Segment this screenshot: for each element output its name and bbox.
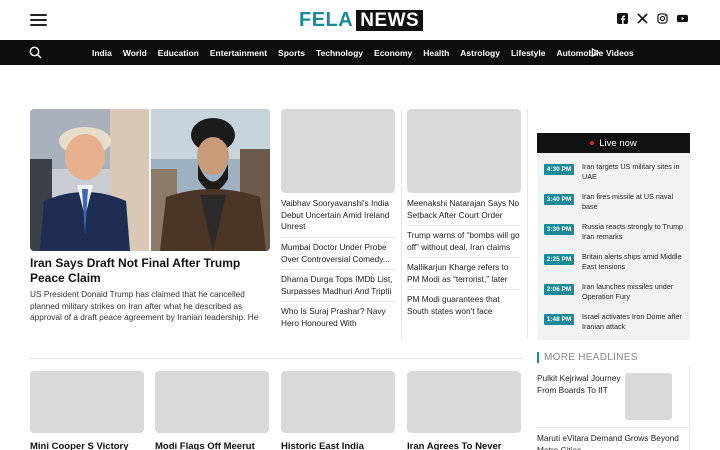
divider xyxy=(281,269,395,270)
hamburger-icon[interactable] xyxy=(30,14,47,26)
live-time-badge: 1:48 PM xyxy=(544,314,574,325)
story-thumbnail[interactable] xyxy=(155,371,269,433)
story-link[interactable]: Meenakshi Natarajan Says No Setback Afte… xyxy=(407,198,521,221)
divider xyxy=(281,301,395,302)
nav-item-sports[interactable]: Sports xyxy=(278,48,305,58)
live-dot-icon xyxy=(590,141,595,145)
logo-text-fela: FELA xyxy=(299,9,354,31)
main-nav: India World Education Entertainment Spor… xyxy=(0,40,720,65)
story-link[interactable]: Who Is Suraj Prashar? Navy Hero Honoured… xyxy=(281,306,395,329)
x-icon[interactable] xyxy=(637,13,648,24)
bottom-story-card[interactable]: Historic East India xyxy=(281,371,395,450)
nav-item-education[interactable]: Education xyxy=(158,48,199,58)
nav-item-economy[interactable]: Economy xyxy=(374,48,412,58)
lead-story-title[interactable]: Iran Says Draft Not Final After Trump Pe… xyxy=(30,256,270,285)
live-item-text: Iran launches missiles under Operation F… xyxy=(582,282,674,301)
story-thumbnail[interactable] xyxy=(407,371,521,433)
live-item-text: Iran fires missile at US naval base xyxy=(582,192,674,211)
section-divider xyxy=(30,358,522,359)
story-column-1: Vaibhav Sooryavanshi's India Debut Uncer… xyxy=(281,109,395,329)
story-link[interactable]: Mallikarjun Kharge refers to PM Modi as … xyxy=(407,262,521,285)
nav-item-technology[interactable]: Technology xyxy=(316,48,363,58)
search-icon[interactable] xyxy=(29,46,42,59)
story-title[interactable]: Mini Cooper S Victory xyxy=(30,441,144,450)
more-headline-link[interactable]: Pulkit Kejriwal Journey From Boards To I… xyxy=(537,373,622,396)
live-now-title: Live now xyxy=(599,137,637,149)
bottom-story-card[interactable]: Modi Flags Off Meerut xyxy=(155,371,269,450)
site-logo[interactable]: FELA NEWS xyxy=(299,9,424,31)
divider xyxy=(537,427,689,428)
story-title[interactable]: Iran Agrees To Never xyxy=(407,441,521,450)
bottom-story-card[interactable]: Mini Cooper S Victory xyxy=(30,371,144,450)
nav-item-lifestyle[interactable]: Lifestyle xyxy=(511,48,546,58)
social-links xyxy=(617,13,688,24)
story-title[interactable]: Modi Flags Off Meerut xyxy=(155,441,269,450)
story-thumbnail[interactable] xyxy=(407,109,521,193)
live-now-list: 4:30 PM Iran targets US military sites i… xyxy=(537,153,690,340)
live-time-badge: 3:40 PM xyxy=(544,194,574,205)
story-link[interactable]: Mumbai Doctor Under Probe Over Controver… xyxy=(281,242,395,265)
top-header: FELA NEWS xyxy=(0,0,720,40)
facebook-icon[interactable] xyxy=(617,13,628,24)
story-thumbnail[interactable] xyxy=(281,371,395,433)
lead-photo-collage xyxy=(30,109,270,251)
bottom-story-card[interactable]: Iran Agrees To Never xyxy=(407,371,521,450)
divider xyxy=(407,289,521,290)
column-divider xyxy=(401,109,402,339)
instagram-icon[interactable] xyxy=(657,13,668,24)
play-icon xyxy=(591,48,600,57)
story-link[interactable]: PM Modi guarantees that South states won… xyxy=(407,294,521,317)
story-link[interactable]: Dharna Durga Tops IMDb List, Surpasses M… xyxy=(281,274,395,297)
story-title[interactable]: Historic East India xyxy=(281,441,395,450)
story-thumbnail[interactable] xyxy=(281,109,395,193)
story-thumbnail[interactable] xyxy=(30,371,144,433)
nav-item-world[interactable]: World xyxy=(123,48,147,58)
live-now-header: Live now xyxy=(537,133,690,153)
story-link[interactable]: Trump warns of “bombs will go off” witho… xyxy=(407,230,521,253)
divider xyxy=(407,225,521,226)
live-time-badge: 3:30 PM xyxy=(544,224,574,235)
divider xyxy=(281,237,395,238)
live-time-badge: 2:25 PM xyxy=(544,254,574,265)
youtube-icon[interactable] xyxy=(677,13,688,24)
live-time-badge: 4:30 PM xyxy=(544,164,574,175)
live-item-text: Iran targets US military sites in UAE xyxy=(582,162,680,181)
videos-label: Videos xyxy=(606,47,634,58)
live-item-text: Russia reacts strongly to Trump Iran rem… xyxy=(582,222,684,241)
lead-story-image[interactable] xyxy=(30,109,270,251)
accent-bar xyxy=(537,352,539,363)
nav-item-health[interactable]: Health xyxy=(423,48,449,58)
story-link[interactable]: Vaibhav Sooryavanshi's India Debut Uncer… xyxy=(281,198,395,233)
live-item-text: Britain alerts ships amid Middle East te… xyxy=(582,252,682,271)
story-column-2: Meenakshi Natarajan Says No Setback Afte… xyxy=(407,109,521,317)
more-headline-link[interactable]: Maruti eVitara Demand Grows Beyond Metro… xyxy=(537,433,687,450)
column-divider xyxy=(527,109,528,339)
nav-item-india[interactable]: India xyxy=(92,48,112,58)
more-headline-thumbnail[interactable] xyxy=(625,373,672,420)
more-headlines-title: MORE HEADLINES xyxy=(544,352,638,363)
more-headlines-border xyxy=(689,366,690,450)
nav-items: India World Education Entertainment Spor… xyxy=(92,40,614,65)
lead-story-summary: US President Donald Trump has claimed th… xyxy=(30,289,259,325)
live-time-badge: 2:06 PM xyxy=(544,284,574,295)
logo-text-news: NEWS xyxy=(356,10,424,31)
more-headlines-header: MORE HEADLINES xyxy=(537,352,638,363)
nav-item-astrology[interactable]: Astrology xyxy=(460,48,500,58)
nav-item-videos[interactable]: Videos xyxy=(591,40,634,65)
divider xyxy=(407,257,521,258)
nav-item-entertainment[interactable]: Entertainment xyxy=(210,48,267,58)
live-item-text: Israel activates Iron Dome after Iranian… xyxy=(582,312,682,331)
